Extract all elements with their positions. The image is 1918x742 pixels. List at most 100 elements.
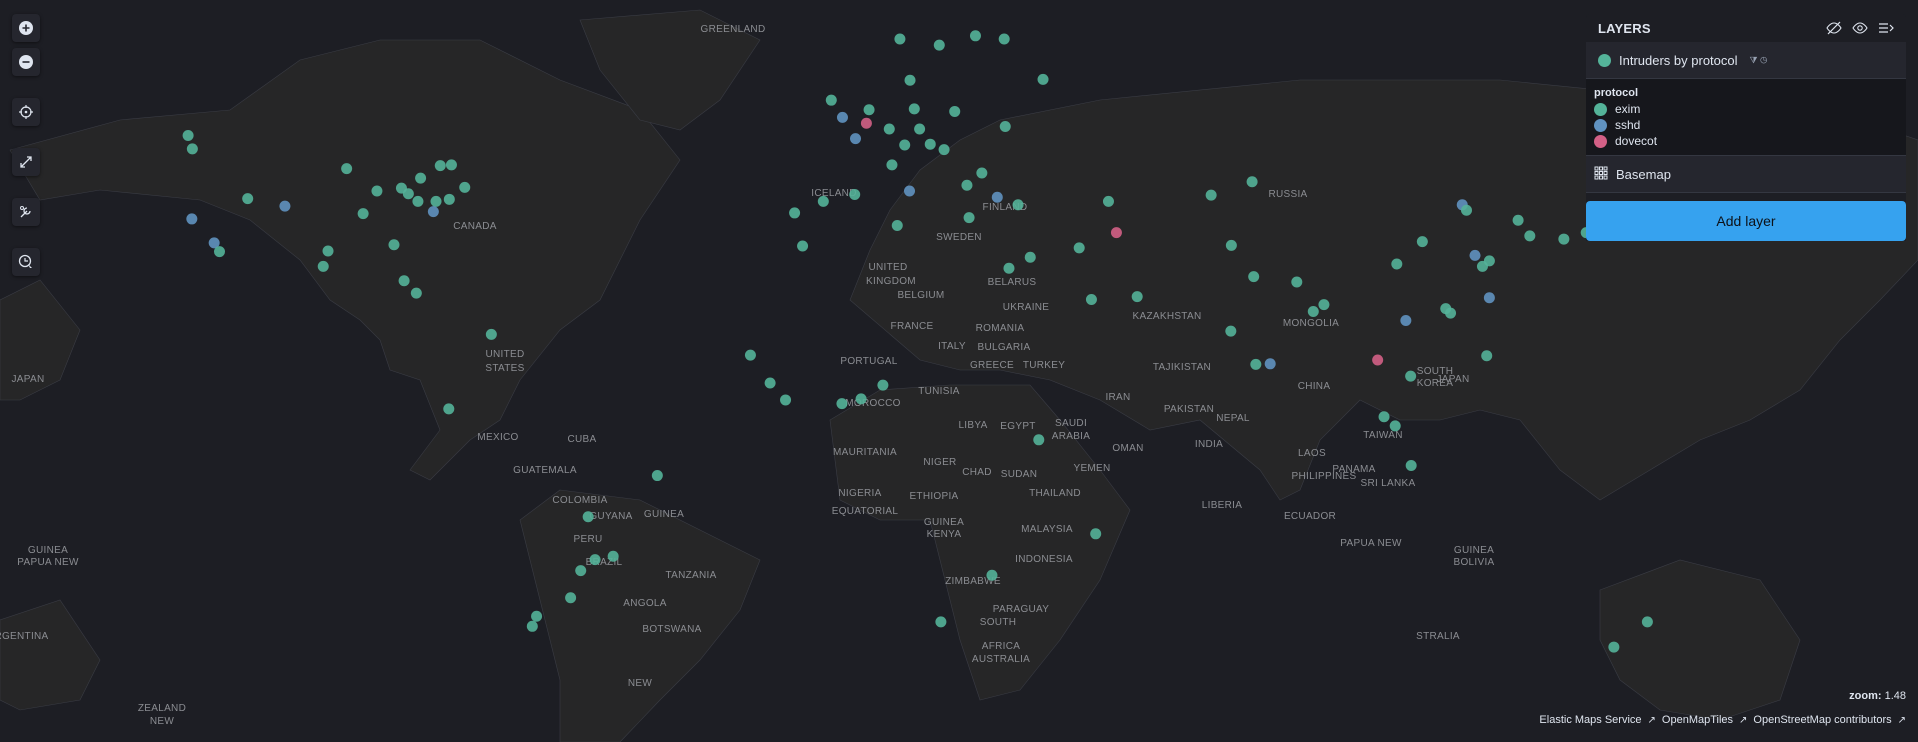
intruder-point-exim[interactable] (607, 550, 619, 562)
intruder-point-exim[interactable] (1389, 420, 1401, 432)
intruder-point-exim[interactable] (1512, 214, 1524, 226)
intruder-point-dovecot[interactable] (1110, 227, 1122, 239)
intruder-point-exim[interactable] (836, 398, 848, 410)
intruder-point-exim[interactable] (1558, 233, 1570, 245)
intruder-point-exim[interactable] (213, 246, 225, 258)
intruder-point-exim[interactable] (388, 239, 400, 251)
attribution-link[interactable]: OpenMapTiles (1662, 714, 1733, 726)
draw-tools-button[interactable] (12, 198, 40, 226)
intruder-point-sshd[interactable] (427, 206, 439, 218)
intruder-point-exim[interactable] (1461, 204, 1473, 216)
intruder-point-exim[interactable] (998, 33, 1010, 45)
intruder-point-exim[interactable] (969, 30, 981, 42)
intruder-point-exim[interactable] (1307, 305, 1319, 317)
intruder-point-exim[interactable] (434, 160, 446, 172)
intruder-point-exim[interactable] (565, 592, 577, 604)
intruder-point-exim[interactable] (797, 240, 809, 252)
intruder-point-exim[interactable] (1225, 239, 1237, 251)
intruder-point-exim[interactable] (371, 185, 383, 197)
hide-all-layers-icon[interactable] (1826, 20, 1842, 36)
intruder-point-exim[interactable] (914, 123, 926, 135)
intruder-point-exim[interactable] (891, 220, 903, 232)
intruder-point-exim[interactable] (1102, 195, 1114, 207)
intruder-point-exim[interactable] (526, 620, 538, 632)
intruder-point-exim[interactable] (357, 208, 369, 220)
intruder-point-exim[interactable] (651, 470, 663, 482)
intruder-point-sshd[interactable] (1469, 249, 1481, 261)
intruder-point-exim[interactable] (1641, 616, 1653, 628)
intruder-point-exim[interactable] (976, 167, 988, 179)
intruder-point-exim[interactable] (1608, 641, 1620, 653)
intruder-point-exim[interactable] (1085, 293, 1097, 305)
intruder-point-exim[interactable] (825, 94, 837, 106)
intruder-point-exim[interactable] (443, 403, 455, 415)
intruder-point-exim[interactable] (1012, 199, 1024, 211)
attribution-link[interactable]: OpenStreetMap contributors (1753, 714, 1891, 726)
intruder-point-exim[interactable] (999, 121, 1011, 133)
intruder-point-exim[interactable] (764, 377, 776, 389)
layer-intruders-by-protocol[interactable]: Intruders by protocol ⧩ ◷ (1586, 42, 1906, 79)
intruder-point-exim[interactable] (1378, 411, 1390, 423)
intruder-point-exim[interactable] (1318, 299, 1330, 311)
intruder-point-exim[interactable] (1246, 176, 1258, 188)
intruder-point-exim[interactable] (182, 129, 194, 141)
intruder-point-exim[interactable] (1024, 251, 1036, 263)
intruder-point-exim[interactable] (412, 195, 424, 207)
intruder-point-exim[interactable] (430, 195, 442, 207)
intruder-point-exim[interactable] (744, 349, 756, 361)
intruder-point-exim[interactable] (1225, 325, 1237, 337)
zoom-out-button[interactable] (12, 48, 40, 76)
intruder-point-exim[interactable] (855, 393, 867, 405)
intruder-point-exim[interactable] (1037, 73, 1049, 85)
intruder-point-sshd[interactable] (279, 200, 291, 212)
intruder-point-exim[interactable] (398, 275, 410, 287)
intruder-point-exim[interactable] (1250, 358, 1262, 370)
intruder-point-exim[interactable] (1291, 276, 1303, 288)
intruder-point-sshd[interactable] (836, 111, 848, 123)
intruder-point-sshd[interactable] (1264, 358, 1276, 370)
attribution-link[interactable]: Elastic Maps Service (1539, 714, 1641, 726)
intruder-point-exim[interactable] (589, 554, 601, 566)
add-layer-button[interactable]: Add layer (1586, 201, 1906, 241)
intruder-point-exim[interactable] (949, 105, 961, 117)
intruder-point-exim[interactable] (186, 143, 198, 155)
intruder-point-exim[interactable] (1248, 271, 1260, 283)
intruder-point-exim[interactable] (445, 159, 457, 171)
intruder-point-exim[interactable] (341, 163, 353, 175)
intruder-point-exim[interactable] (459, 181, 471, 193)
intruder-point-exim[interactable] (1440, 303, 1452, 315)
intruder-point-exim[interactable] (894, 33, 906, 45)
intruder-point-sshd[interactable] (1483, 292, 1495, 304)
intruder-point-exim[interactable] (908, 103, 920, 115)
intruder-point-exim[interactable] (961, 179, 973, 191)
intruder-point-exim[interactable] (963, 212, 975, 224)
intruder-point-exim[interactable] (899, 139, 911, 151)
intruder-point-exim[interactable] (1003, 262, 1015, 274)
intruder-point-sshd[interactable] (904, 185, 915, 197)
intruder-point-exim[interactable] (1131, 291, 1143, 303)
intruder-point-exim[interactable] (986, 569, 998, 581)
intruder-point-exim[interactable] (886, 159, 898, 171)
intruder-point-exim[interactable] (877, 379, 889, 391)
intruder-point-exim[interactable] (1481, 350, 1493, 362)
intruder-point-exim[interactable] (322, 245, 334, 257)
fit-to-data-button[interactable] (12, 148, 40, 176)
intruder-point-exim[interactable] (1033, 434, 1045, 446)
collapse-panel-icon[interactable] (1878, 20, 1894, 36)
intruder-point-sshd[interactable] (850, 133, 862, 145)
intruder-point-exim[interactable] (317, 260, 329, 272)
intruder-point-sshd[interactable] (186, 213, 198, 225)
intruder-point-exim[interactable] (1205, 189, 1217, 201)
intruder-point-exim[interactable] (924, 138, 936, 150)
intruder-point-exim[interactable] (935, 616, 947, 628)
zoom-in-button[interactable] (12, 14, 40, 42)
intruder-point-exim[interactable] (780, 394, 792, 406)
intruder-point-exim[interactable] (1476, 260, 1488, 272)
intruder-point-sshd[interactable] (1400, 314, 1412, 326)
intruder-point-exim[interactable] (938, 144, 950, 156)
intruder-point-exim[interactable] (1090, 528, 1102, 540)
intruder-point-exim[interactable] (904, 74, 916, 86)
intruder-point-exim[interactable] (415, 172, 427, 184)
intruder-point-exim[interactable] (1524, 230, 1536, 242)
intruder-point-exim[interactable] (1391, 258, 1403, 270)
